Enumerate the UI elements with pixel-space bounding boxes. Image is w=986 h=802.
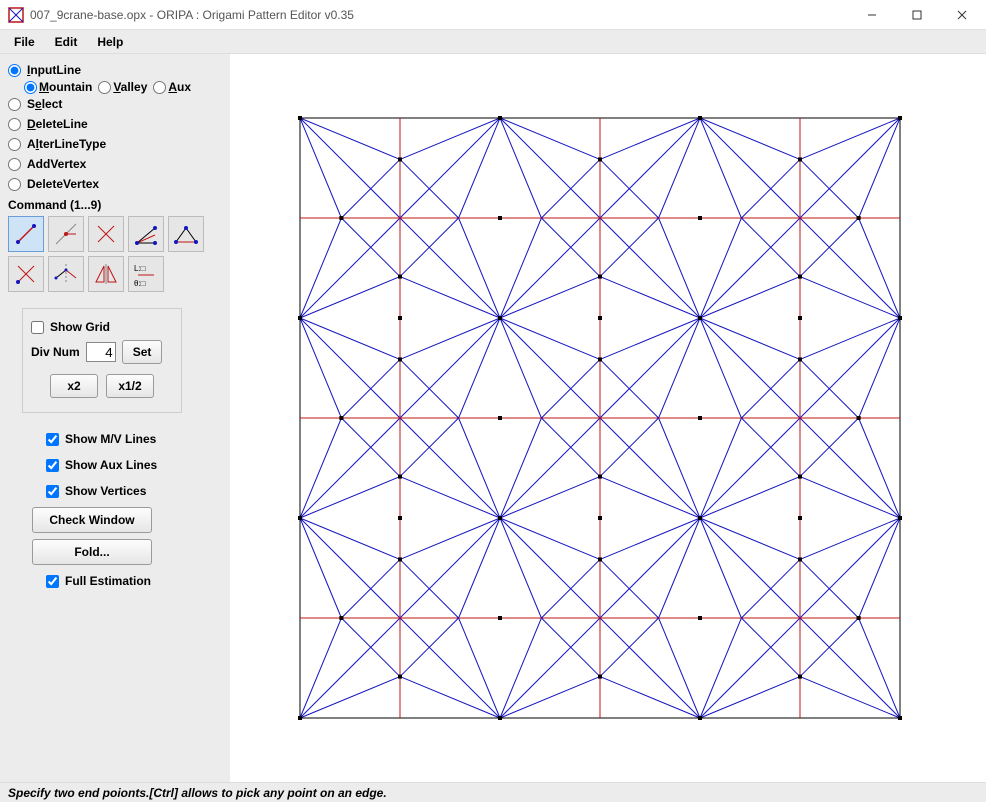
command-label: Command (1...9) [8,198,222,212]
check-window-button[interactable]: Check Window [32,507,152,533]
grid-panel: Show Grid Div Num Set x2 x1/2 [22,308,182,413]
line-type-group: Mountain Valley Aux [24,80,222,94]
menubar: File Edit Help [0,30,986,54]
line-type-mountain[interactable]: Mountain [24,80,92,94]
show-aux-checkbox[interactable] [46,459,59,472]
show-aux-check[interactable]: Show Aux Lines [46,458,196,472]
full-estimation-check[interactable]: Full Estimation [46,574,196,588]
titlebar: 007_9crane-base.opx - ORIPA : Origami Pa… [0,0,986,30]
maximize-button[interactable] [894,1,939,29]
main-area: InputLine Mountain Valley Aux Select Del… [0,54,986,782]
mode-input-line-label: InputLine [27,63,81,77]
svg-text:L:□: L:□ [134,264,146,273]
show-grid-checkbox[interactable] [31,321,44,334]
line-type-valley[interactable]: Valley [98,80,147,94]
mode-delete-vertex-radio[interactable] [8,178,21,191]
view-panel: Show M/V Lines Show Aux Lines Show Verti… [46,429,196,591]
mode-alter-line-type-radio[interactable] [8,138,21,151]
fold-button[interactable]: Fold... [32,539,152,565]
mode-alter-line-type[interactable]: AlterLineType [8,137,222,151]
minimize-button[interactable] [849,1,894,29]
line-type-mountain-radio[interactable] [24,81,37,94]
tool-symmetric[interactable] [48,256,84,292]
set-button[interactable]: Set [122,340,163,364]
line-type-aux-radio[interactable] [153,81,166,94]
sidebar: InputLine Mountain Valley Aux Select Del… [0,54,230,782]
show-mv-checkbox[interactable] [46,433,59,446]
close-button[interactable] [939,1,984,29]
show-vertices-checkbox[interactable] [46,485,59,498]
div-num-input[interactable] [86,342,116,362]
window-title: 007_9crane-base.opx - ORIPA : Origami Pa… [30,8,849,22]
mode-input-line[interactable]: InputLine [8,63,222,77]
mode-add-vertex[interactable]: AddVertex [8,157,222,171]
mode-delete-vertex[interactable]: DeleteVertex [8,177,222,191]
tool-cross[interactable] [88,216,124,252]
tool-triangle[interactable] [168,216,204,252]
mode-add-vertex-radio[interactable] [8,158,21,171]
tool-by-value[interactable]: L:□ θ:□ [128,256,164,292]
tool-mirror[interactable] [88,256,124,292]
line-type-aux[interactable]: Aux [153,80,191,94]
show-vertices-check[interactable]: Show Vertices [46,484,196,498]
tool-grid: L:□ θ:□ [8,216,222,292]
menu-help[interactable]: Help [87,32,133,52]
mode-select[interactable]: Select [8,97,222,111]
mode-input-line-radio[interactable] [8,64,21,77]
tool-on-v[interactable] [48,216,84,252]
mode-select-radio[interactable] [8,98,21,111]
mode-delete-line-radio[interactable] [8,118,21,131]
statusbar: Specify two end poionts.[Ctrl] allows to… [0,782,986,802]
canvas[interactable] [230,54,986,782]
show-mv-check[interactable]: Show M/V Lines [46,432,196,446]
menu-edit[interactable]: Edit [45,32,88,52]
x2-button[interactable]: x2 [50,374,98,398]
tool-segment[interactable] [8,216,44,252]
app-icon [8,7,24,23]
full-estimation-checkbox[interactable] [46,575,59,588]
status-text: Specify two end poionts.[Ctrl] allows to… [8,786,387,800]
tool-bisector[interactable] [128,216,164,252]
svg-text:θ:□: θ:□ [134,279,146,288]
div-num-label: Div Num [31,345,80,359]
show-grid-check[interactable]: Show Grid [31,320,173,334]
line-type-valley-radio[interactable] [98,81,111,94]
xhalf-button[interactable]: x1/2 [106,374,154,398]
mode-delete-line[interactable]: DeleteLine [8,117,222,131]
window-controls [849,1,984,29]
tool-vertical[interactable] [8,256,44,292]
crease-pattern [230,54,986,782]
menu-file[interactable]: File [4,32,45,52]
